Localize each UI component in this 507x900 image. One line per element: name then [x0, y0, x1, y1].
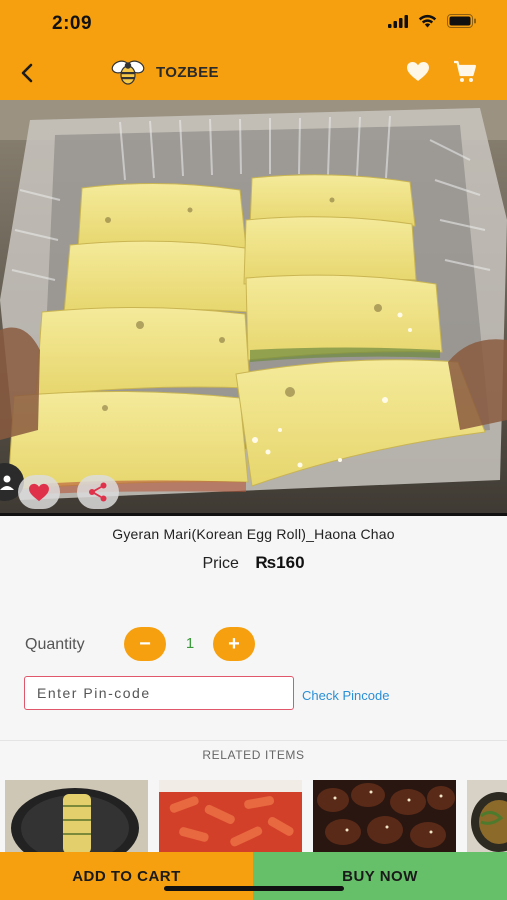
price-row: Price ₨160 [0, 553, 507, 573]
korean-egg-roll-photo [0, 100, 507, 513]
back-button[interactable] [12, 58, 42, 88]
user-icon [0, 475, 14, 490]
section-divider [0, 740, 507, 741]
quantity-value: 1 [185, 635, 195, 652]
share-button[interactable] [77, 475, 119, 509]
add-to-cart-button[interactable]: ADD TO CART [0, 852, 253, 900]
brand: TOZBEE [110, 58, 219, 86]
quantity-label: Quantity [25, 636, 85, 653]
check-pincode-link[interactable]: Check Pincode [302, 688, 389, 703]
heart-icon [407, 62, 429, 81]
product-detail-screen: 2:09 TOZBEE Gyeran Mari(Korean Egg Roll)… [0, 0, 507, 900]
plus-icon: + [228, 632, 240, 655]
status-time: 2:09 [52, 13, 93, 34]
product-title: Gyeran Mari(Korean Egg Roll)_Haona Chao [112, 526, 395, 542]
quantity-decrease-button[interactable]: − [124, 627, 166, 661]
status-icons [388, 14, 477, 28]
egg-roll-plate-photo [5, 780, 148, 855]
image-divider [0, 513, 507, 516]
price-value: ₨160 [255, 553, 305, 572]
brand-name: TOZBEE [156, 63, 219, 81]
favorite-button[interactable] [18, 475, 60, 509]
app-header: 2:09 TOZBEE [0, 0, 507, 100]
pincode-input[interactable] [24, 676, 294, 710]
related-item[interactable] [5, 780, 148, 855]
heart-icon [29, 483, 49, 501]
battery-icon [447, 14, 476, 28]
related-item[interactable] [467, 780, 507, 855]
signal-icon [388, 14, 408, 28]
sesame-chicken-photo [313, 780, 456, 855]
bee-icon [111, 60, 145, 85]
chevron-left-icon [21, 63, 33, 83]
cart-button[interactable] [453, 60, 477, 89]
share-icon [89, 482, 107, 502]
product-image[interactable] [0, 100, 507, 513]
minus-icon: − [139, 632, 151, 655]
wifi-icon [418, 14, 437, 28]
noodle-bowl-photo [467, 780, 507, 855]
quantity-increase-button[interactable]: + [213, 627, 255, 661]
price-label: Price [202, 555, 239, 572]
cart-icon [454, 60, 477, 82]
tteokbokki-photo [159, 780, 302, 855]
home-indicator [164, 886, 344, 891]
related-item[interactable] [313, 780, 456, 855]
related-items-title: RELATED ITEMS [202, 748, 305, 762]
related-item[interactable] [159, 780, 302, 855]
buy-now-button[interactable]: BUY NOW [253, 852, 507, 900]
wishlist-button[interactable] [406, 61, 430, 87]
